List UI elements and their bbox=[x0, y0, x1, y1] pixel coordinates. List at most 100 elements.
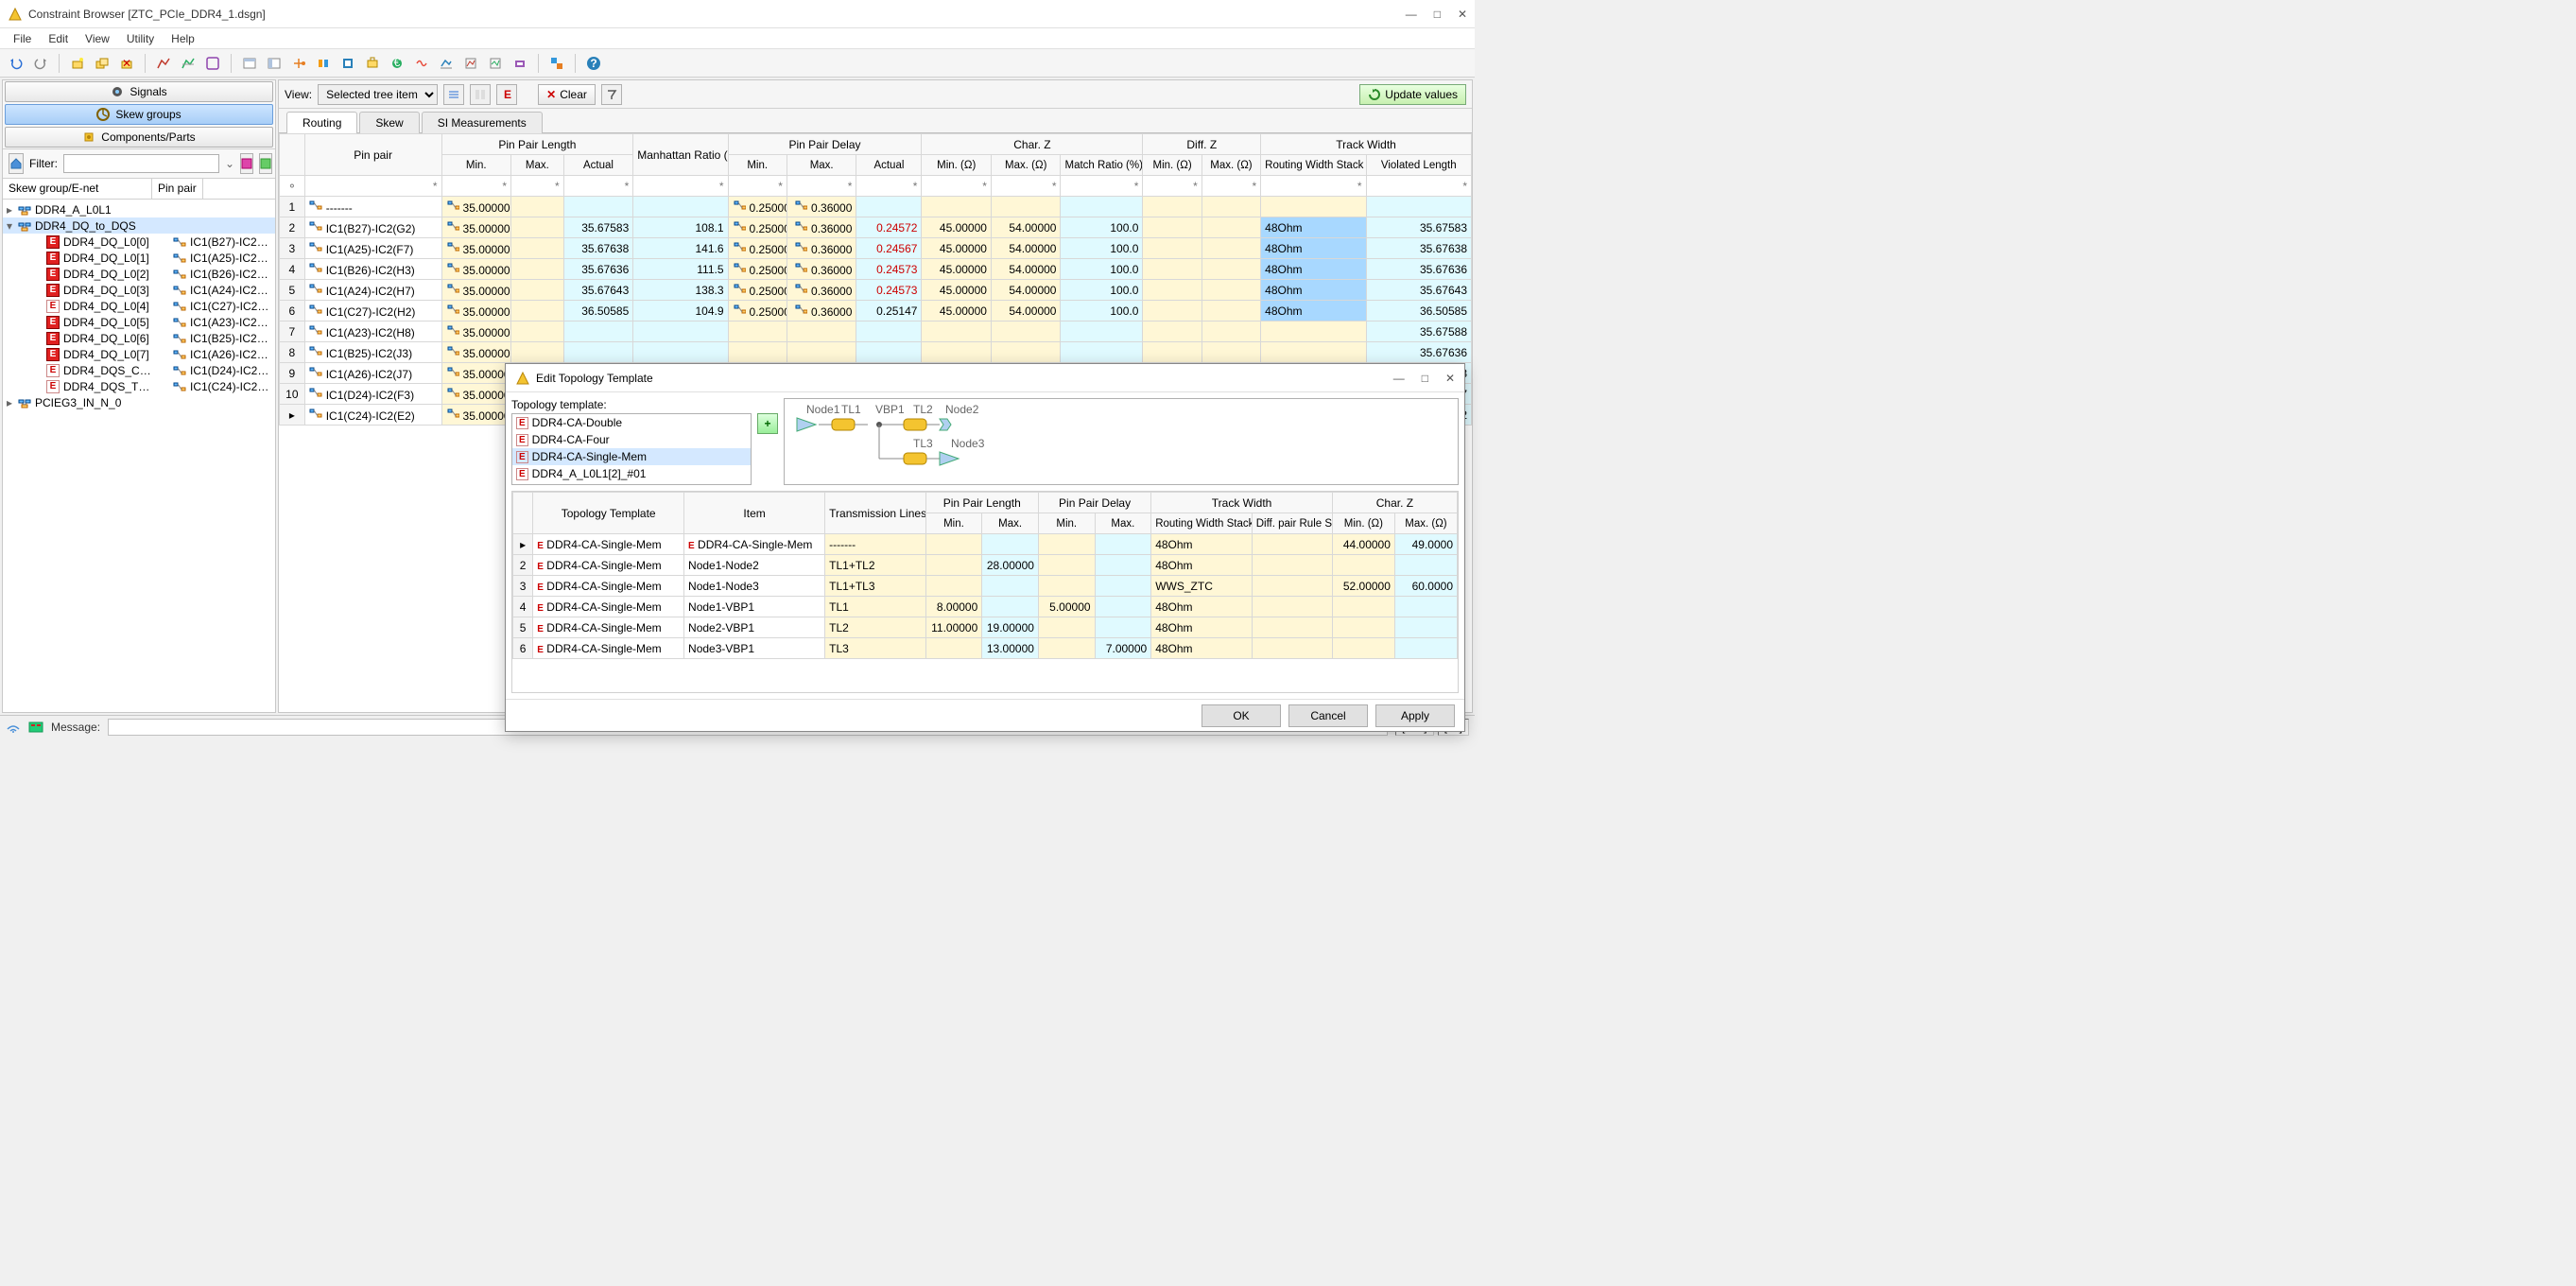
tree-row[interactable]: EDDR4_DQ_L0[0]IC1(B27)-IC2… bbox=[3, 234, 275, 250]
toolbar-icon-7[interactable] bbox=[313, 53, 334, 74]
clear-button[interactable]: Clear bbox=[538, 84, 596, 105]
undo-button[interactable] bbox=[6, 53, 26, 74]
svg-text:VBP1: VBP1 bbox=[875, 404, 905, 416]
edit-topology-template-dialog: Edit Topology Template — □ ✕ Topology te… bbox=[505, 363, 1465, 732]
tree-row[interactable]: EDDR4_DQ_L0[1]IC1(A25)-IC2… bbox=[3, 250, 275, 266]
template-list-item[interactable]: EDDR4-CA-Four bbox=[512, 431, 751, 448]
add-template-button[interactable]: + bbox=[757, 413, 778, 434]
toolbar-icon-12[interactable] bbox=[436, 53, 457, 74]
grid-row[interactable]: 8IC1(B25)-IC2(J3)35.0000035.67636 bbox=[280, 342, 1472, 363]
tree-row[interactable]: ▸DDR4_A_L0L1 bbox=[3, 201, 275, 217]
sidebar-tab-components[interactable]: Components/Parts bbox=[5, 127, 273, 148]
template-list-item[interactable]: EDDR4-CA-Single-Mem bbox=[512, 448, 751, 465]
tab-skew[interactable]: Skew bbox=[359, 112, 419, 133]
toolbar-icon-2[interactable] bbox=[92, 53, 112, 74]
filter-home-button[interactable] bbox=[9, 153, 24, 174]
dialog-grid-row[interactable]: 4E DDR4-CA-Single-MemNode1-VBP1TL18.0000… bbox=[513, 597, 1458, 617]
dialog-grid-row[interactable]: ▸E DDR4-CA-Single-MemE DDR4-CA-Single-Me… bbox=[513, 534, 1458, 555]
grid-row[interactable]: 2IC1(B27)-IC2(G2)35.0000035.67583108.10.… bbox=[280, 217, 1472, 238]
toolbar-icon-5[interactable] bbox=[264, 53, 285, 74]
template-list-item[interactable]: EDDR4-CA-Double bbox=[512, 414, 751, 431]
dialog-grid-row[interactable]: 5E DDR4-CA-Single-MemNode2-VBP1TL211.000… bbox=[513, 617, 1458, 638]
menu-help[interactable]: Help bbox=[164, 30, 202, 47]
grid-row[interactable]: 3IC1(A25)-IC2(F7)35.0000035.67638141.60.… bbox=[280, 238, 1472, 259]
grid-row[interactable]: 4IC1(B26)-IC2(H3)35.0000035.67636111.50.… bbox=[280, 259, 1472, 280]
view-btn-4[interactable] bbox=[601, 84, 622, 105]
menu-edit[interactable]: Edit bbox=[41, 30, 76, 47]
dialog-grid-row[interactable]: 3E DDR4-CA-Single-MemNode1-Node3TL1+TL3W… bbox=[513, 576, 1458, 597]
toolbar-icon-9[interactable] bbox=[362, 53, 383, 74]
window-close-button[interactable]: ✕ bbox=[1458, 8, 1467, 21]
view-select[interactable]: Selected tree item bbox=[318, 84, 438, 105]
toolbar-icon-15[interactable] bbox=[510, 53, 530, 74]
svg-text:?: ? bbox=[590, 57, 596, 70]
menu-file[interactable]: File bbox=[6, 30, 39, 47]
tab-si-measurements[interactable]: SI Measurements bbox=[422, 112, 543, 133]
tree-row[interactable]: ▸PCIEG3_IN_N_0 bbox=[3, 394, 275, 410]
tree-row[interactable]: EDDR4_DQ_L0[6]IC1(B25)-IC2… bbox=[3, 330, 275, 346]
update-values-button[interactable]: Update values bbox=[1359, 84, 1466, 105]
grid-row[interactable]: 5IC1(A24)-IC2(H7)35.0000035.67643138.30.… bbox=[280, 280, 1472, 301]
view-btn-1[interactable] bbox=[443, 84, 464, 105]
toolbar-chart-2[interactable] bbox=[178, 53, 199, 74]
tree-header-col1[interactable]: Skew group/E-net bbox=[3, 179, 152, 199]
toolbar-icon-10[interactable]: € bbox=[387, 53, 407, 74]
menu-utility[interactable]: Utility bbox=[119, 30, 162, 47]
dialog-close-button[interactable]: ✕ bbox=[1445, 372, 1455, 385]
grid-row[interactable]: 1-------35.000000.250000.36000 bbox=[280, 197, 1472, 217]
template-list-item[interactable]: EDDR4_A_L0L1[2]_#01 bbox=[512, 465, 751, 482]
filter-input[interactable] bbox=[63, 154, 219, 173]
tree-row[interactable]: EDDR4_DQS_T…IC1(C24)-IC2… bbox=[3, 378, 275, 394]
filter-btn-1[interactable] bbox=[240, 153, 253, 174]
dialog-maximize-button[interactable]: □ bbox=[1422, 372, 1428, 385]
topology-template-list[interactable]: EDDR4-CA-DoubleEDDR4-CA-FourEDDR4-CA-Sin… bbox=[511, 413, 752, 485]
tree-row[interactable]: EDDR4_DQ_L0[5]IC1(A23)-IC2… bbox=[3, 314, 275, 330]
dialog-grid-row[interactable]: 6E DDR4-CA-Single-MemNode3-VBP1TL313.000… bbox=[513, 638, 1458, 659]
window-maximize-button[interactable]: □ bbox=[1434, 8, 1441, 21]
app-icon bbox=[8, 7, 23, 22]
sidebar-tab-skew-label: Skew groups bbox=[115, 108, 181, 121]
dialog-cancel-button[interactable]: Cancel bbox=[1288, 704, 1368, 727]
toolbar-icon-13[interactable] bbox=[460, 53, 481, 74]
tree-header-col2[interactable]: Pin pair bbox=[152, 179, 203, 199]
view-btn-2[interactable] bbox=[470, 84, 491, 105]
svg-text:Node3: Node3 bbox=[951, 437, 985, 450]
toolbar-icon-8[interactable] bbox=[337, 53, 358, 74]
main-toolbar: ✕ € ? bbox=[0, 49, 1475, 78]
tree-row[interactable]: EDDR4_DQ_L0[7]IC1(A26)-IC2… bbox=[3, 346, 275, 362]
redo-button[interactable] bbox=[30, 53, 51, 74]
menu-view[interactable]: View bbox=[78, 30, 117, 47]
toolbar-chart-3[interactable] bbox=[202, 53, 223, 74]
toolbar-icon-16[interactable] bbox=[546, 53, 567, 74]
window-minimize-button[interactable]: — bbox=[1406, 8, 1417, 21]
grid-row[interactable]: 7IC1(A23)-IC2(H8)35.0000035.67588 bbox=[280, 322, 1472, 342]
view-btn-3[interactable]: E bbox=[496, 84, 517, 105]
tree-row[interactable]: ▾DDR4_DQ_to_DQS bbox=[3, 217, 275, 234]
toolbar-icon-3[interactable]: ✕ bbox=[116, 53, 137, 74]
filter-btn-2[interactable] bbox=[259, 153, 272, 174]
sidebar-tab-skew-groups[interactable]: Skew groups bbox=[5, 104, 273, 125]
toolbar-icon-14[interactable] bbox=[485, 53, 506, 74]
toolbar-icon-11[interactable] bbox=[411, 53, 432, 74]
tree-row[interactable]: EDDR4_DQ_L0[3]IC1(A24)-IC2… bbox=[3, 282, 275, 298]
help-button[interactable]: ? bbox=[583, 53, 604, 74]
tree-row[interactable]: EDDR4_DQ_L0[4]IC1(C27)-IC2… bbox=[3, 298, 275, 314]
sidebar-tab-signals[interactable]: Signals bbox=[5, 81, 273, 102]
toolbar-chart-1[interactable] bbox=[153, 53, 174, 74]
dialog-grid-row[interactable]: 2E DDR4-CA-Single-MemNode1-Node2TL1+TL22… bbox=[513, 555, 1458, 576]
grid-row[interactable]: 6IC1(C27)-IC2(H2)35.0000036.50585104.90.… bbox=[280, 301, 1472, 322]
dialog-minimize-button[interactable]: — bbox=[1393, 372, 1405, 385]
tree-row[interactable]: EDDR4_DQ_L0[2]IC1(B26)-IC2… bbox=[3, 266, 275, 282]
dialog-ok-button[interactable]: OK bbox=[1202, 704, 1281, 727]
tab-routing[interactable]: Routing bbox=[286, 112, 357, 133]
dialog-grid[interactable]: Topology TemplateItemTransmission LinesP… bbox=[511, 491, 1459, 693]
skew-group-tree[interactable]: ▸DDR4_A_L0L1▾DDR4_DQ_to_DQSEDDR4_DQ_L0[0… bbox=[3, 200, 275, 712]
svg-text:TL3: TL3 bbox=[913, 437, 933, 450]
toolbar-icon-1[interactable] bbox=[67, 53, 88, 74]
dialog-apply-button[interactable]: Apply bbox=[1375, 704, 1455, 727]
tree-row[interactable]: EDDR4_DQS_C…IC1(D24)-IC2… bbox=[3, 362, 275, 378]
filter-dropdown-icon[interactable]: ⌄ bbox=[225, 157, 234, 170]
toolbar-icon-6[interactable] bbox=[288, 53, 309, 74]
toolbar-icon-4[interactable] bbox=[239, 53, 260, 74]
sidebar-tab-comp-label: Components/Parts bbox=[101, 130, 195, 144]
